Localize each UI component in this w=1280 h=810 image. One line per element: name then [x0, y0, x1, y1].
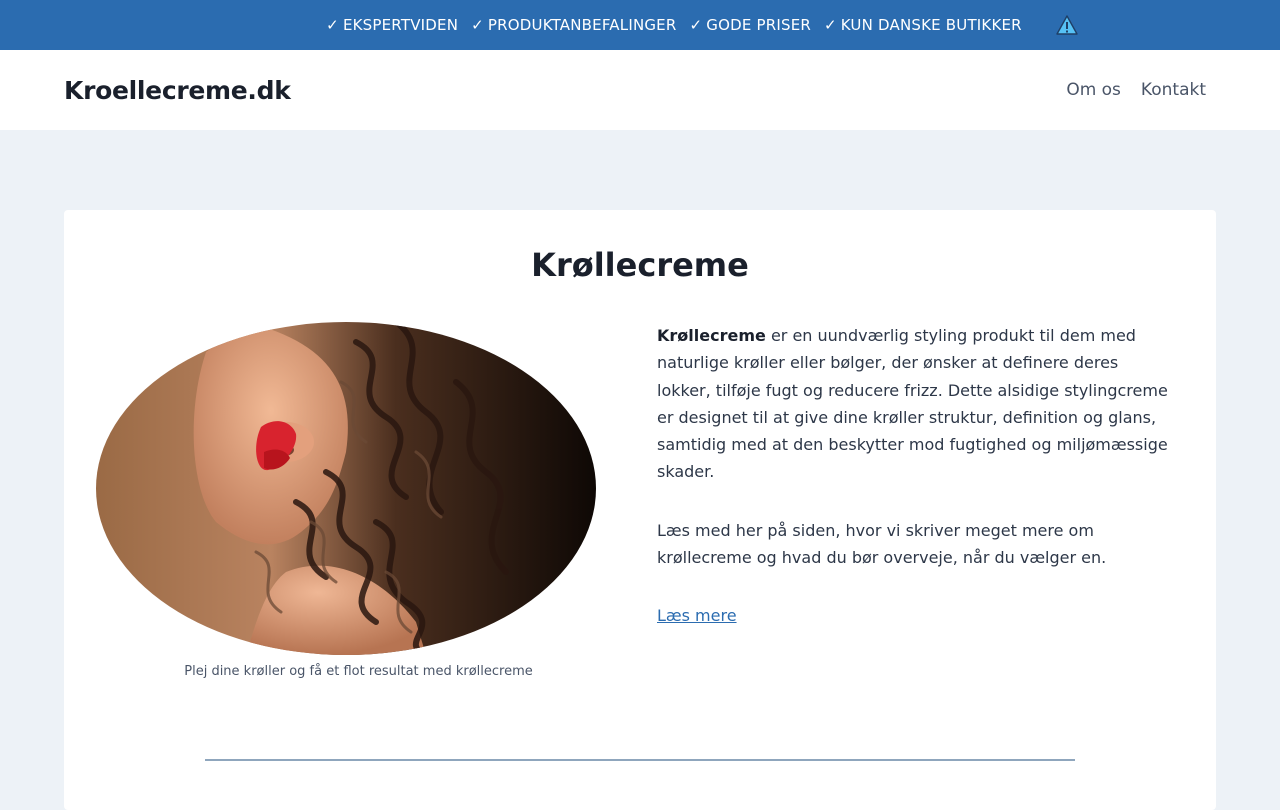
intro-section: Krøllecreme er en uundværlig styling pro…	[657, 322, 1177, 630]
page-title: Krøllecreme	[531, 246, 749, 284]
top-announcement-bar: ✓ EKSPERTVIDEN ✓ PRODUKTANBEFALINGER ✓ GODE…	[0, 0, 1280, 50]
nav-link-kontakt[interactable]: Kontakt	[1141, 80, 1206, 100]
hero-figure: Plej dine krøller og få et flot resultat…	[96, 322, 596, 679]
usp-item-kun-danske-butikker: ✓ KUN DANSKE BUTIKKER	[824, 16, 1022, 34]
hero-image-curly-hair	[96, 322, 596, 655]
check-icon: ✓	[471, 16, 484, 34]
content-card: Krøllecreme Plej dine krøller og få et f…	[64, 210, 1216, 810]
intro-paragraph: Krøllecreme er en uundværlig styling pro…	[657, 322, 1177, 486]
main-nav: Om os Kontakt	[1066, 80, 1206, 100]
read-more-link[interactable]: Læs mere	[657, 606, 737, 625]
intro-bold-keyword: Krøllecreme	[657, 326, 766, 345]
usp-item-produktanbefalinger: ✓ PRODUKTANBEFALINGER	[471, 16, 677, 34]
usp-item-gode-priser: ✓ GODE PRISER	[689, 16, 812, 34]
check-icon: ✓	[824, 16, 837, 34]
usp-list: ✓ EKSPERTVIDEN ✓ PRODUKTANBEFALINGER ✓ GODE…	[326, 15, 1078, 35]
site-header: Kroellecreme.dk Om os Kontakt	[0, 50, 1280, 130]
usp-item-ekspertviden: ✓ EKSPERTVIDEN	[326, 16, 459, 34]
section-divider	[205, 759, 1075, 761]
nav-link-om-os[interactable]: Om os	[1066, 80, 1121, 100]
site-logo-link[interactable]: Kroellecreme.dk	[64, 76, 291, 105]
warning-triangle-icon	[1056, 15, 1078, 35]
intro-text: er en uundværlig styling produkt til dem…	[657, 326, 1168, 482]
check-icon: ✓	[326, 16, 339, 34]
intro-paragraph-2: Læs med her på siden, hvor vi skriver me…	[657, 520, 1107, 568]
hero-image-caption: Plej dine krøller og få et flot resultat…	[184, 664, 533, 679]
check-icon: ✓	[689, 16, 703, 34]
